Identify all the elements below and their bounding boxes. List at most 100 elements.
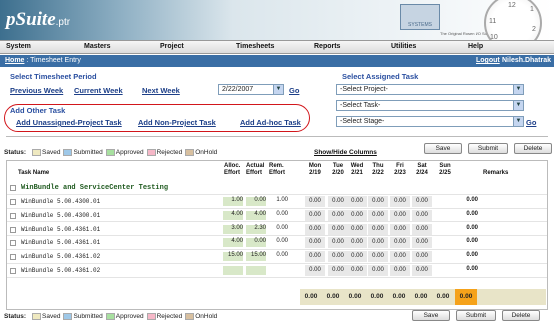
brand-logo: SYSTEMS [400,4,440,30]
day-effort-input[interactable]: 0.00 [390,251,410,263]
day-effort-input[interactable]: 0.00 [328,237,348,249]
delete-button-bottom[interactable]: Delete [502,310,540,321]
day-effort-input[interactable]: 0.00 [368,251,388,263]
project-select[interactable]: -Select Project- ▼ [336,84,524,95]
previous-week-link[interactable]: Previous Week [10,86,63,95]
day-effort-input[interactable]: 0.00 [328,223,348,235]
user-name: Nilesh.Dhatrak [502,57,552,64]
row-checkbox[interactable] [10,226,16,233]
delete-button[interactable]: Delete [514,143,552,154]
row-checkbox[interactable] [10,212,16,219]
day-effort-input[interactable]: 0.00 [412,237,432,249]
period-go-link[interactable]: Go [289,86,299,95]
app-logo: pSuite.ptr [6,9,71,30]
row-checkbox[interactable] [10,268,16,274]
add-unassigned-project-task-link[interactable]: Add Unassigned-Project Task [16,118,122,127]
task-name: WinBundle 5.00.4300.01 [21,198,101,205]
submit-button-bottom[interactable]: Submit [456,310,496,321]
col-day-1: Tue 2/20 [332,163,344,176]
day-effort-input[interactable]: 0.00 [368,196,388,207]
group-row: WinBundle and ServiceCenter Testing [7,181,547,195]
day-effort-input[interactable]: 0.00 [305,223,325,235]
task-name: WinBundle 5.00.4361.01 [21,239,101,247]
day-effort-input[interactable]: 0.00 [347,223,367,235]
total-cell: 0.00 [455,289,477,305]
day-effort-input[interactable]: 0.00 [347,237,367,249]
day-effort-input[interactable]: 0.00 [368,209,388,221]
rem-effort: 0.00 [276,224,288,231]
day-effort-input[interactable]: 0.00 [390,223,410,235]
day-effort-input[interactable]: 0.00 [412,209,432,221]
day-effort-input[interactable]: 0.00 [328,251,348,263]
menu-masters[interactable]: Masters [84,41,110,53]
actual-effort: 15.00 [246,252,266,262]
task-name: winBundle 5.00.4361.02 [21,253,101,261]
day-effort-input[interactable]: 0.00 [305,196,325,207]
day-effort-input[interactable]: 0.00 [347,209,367,221]
day-effort-input[interactable]: 0.00 [305,265,325,276]
actual-effort: 4.00 [246,210,266,220]
divider [6,136,548,137]
task-select[interactable]: -Select Task- ▼ [336,100,524,111]
day-effort-input[interactable]: 0.00 [347,196,367,207]
day-effort-input[interactable]: 0.00 [305,237,325,249]
day-effort-input[interactable]: 0.00 [412,251,432,263]
day-effort-input[interactable]: 0.00 [328,209,348,221]
col-day-4: Fri 2/23 [394,163,406,176]
chevron-down-icon: ▼ [513,117,523,126]
add-non-project-task-link[interactable]: Add Non-Project Task [138,118,216,127]
day-effort-input[interactable]: 0.00 [347,265,367,276]
day-effort-input[interactable]: 0.00 [328,196,348,207]
table-row: WinBundle 5.00.4300.01 1.00 0.00 1.00 0.00 0.… [7,195,547,209]
status-legend-bottom: Status: Saved Submitted Approved Rejecte… [4,313,218,320]
menu-timesheets[interactable]: Timesheets [236,41,274,53]
group-checkbox[interactable] [10,185,16,191]
menu-system[interactable]: System [6,41,31,53]
day-effort-input[interactable]: 0.00 [368,265,388,276]
add-adhoc-task-link[interactable]: Add Ad-hoc Task [240,118,301,127]
day-effort-input[interactable]: 0.00 [412,223,432,235]
submit-button[interactable]: Submit [468,143,508,154]
day-effort-input[interactable]: 0.00 [368,237,388,249]
col-rem: Rem. Effort [269,163,285,176]
date-select[interactable]: 2/22/2007 ▼ [218,84,284,95]
day-effort-input[interactable]: 0.00 [368,223,388,235]
day-effort-input[interactable]: 0.00 [390,237,410,249]
chevron-down-icon: ▼ [513,85,523,94]
col-day-3: Thu 2/22 [372,163,384,176]
next-week-link[interactable]: Next Week [142,86,180,95]
row-total: 0.00 [466,197,478,203]
current-week-link[interactable]: Current Week [74,86,123,95]
home-link[interactable]: Home [5,57,24,64]
stage-select[interactable]: -Select Stage- ▼ [336,116,524,127]
day-effort-input[interactable]: 0.00 [328,265,348,276]
col-day-5: Sat 2/24 [416,163,428,176]
assigned-go-link[interactable]: Go [526,118,536,127]
menu-reports[interactable]: Reports [314,41,340,53]
menu-project[interactable]: Project [160,41,184,53]
row-checkbox[interactable] [10,199,16,205]
show-hide-columns-link[interactable]: Show/Hide Columns [314,149,377,156]
day-effort-input[interactable]: 0.00 [305,251,325,263]
day-effort-input[interactable]: 0.00 [390,265,410,276]
total-cell: 0.00 [370,293,384,300]
menu-utilities[interactable]: Utilities [391,41,416,53]
save-button[interactable]: Save [424,143,462,154]
day-effort-input[interactable]: 0.00 [305,209,325,221]
day-effort-input[interactable]: 0.00 [390,209,410,221]
col-actual: Actual Effort [246,163,265,176]
rem-effort: 0.00 [276,210,288,217]
col-day-2: Wed 2/21 [350,163,364,176]
row-checkbox[interactable] [10,240,16,247]
row-checkbox[interactable] [10,254,16,261]
day-effort-input[interactable]: 0.00 [390,196,410,207]
menu-help[interactable]: Help [468,41,483,53]
main-menu-bar: System Masters Project Timesheets Report… [0,40,554,54]
col-day-6: Sun 2/25 [439,163,451,176]
save-button-bottom[interactable]: Save [412,310,450,321]
day-effort-input[interactable]: 0.00 [412,265,432,276]
page-title: : Timesheet Entry [24,57,81,64]
day-effort-input[interactable]: 0.00 [347,251,367,263]
logout-link[interactable]: Logout [476,55,500,67]
day-effort-input[interactable]: 0.00 [412,196,432,207]
